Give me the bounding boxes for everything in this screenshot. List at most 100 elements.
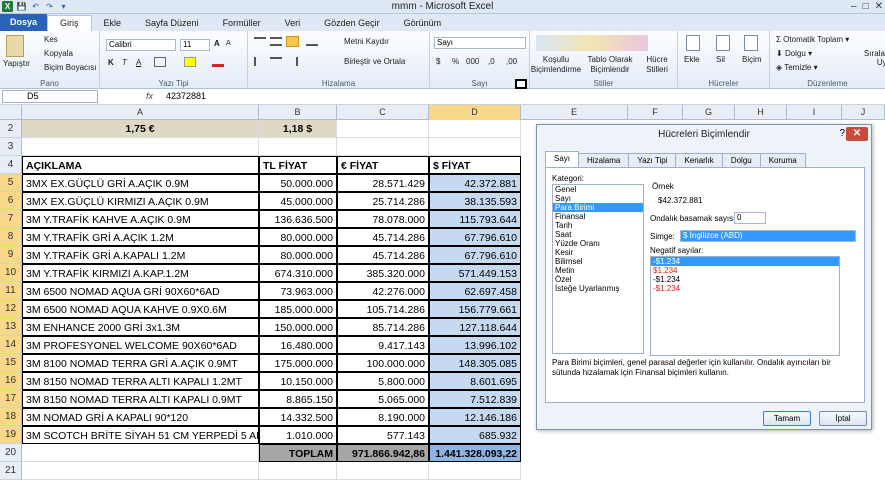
- cell-d15[interactable]: 148.305.085: [429, 354, 521, 372]
- align-left-icon[interactable]: [254, 57, 266, 66]
- cancel-button[interactable]: İptal: [819, 411, 867, 426]
- cell-a11[interactable]: 3M 6500 NOMAD AQUA GRİ 90X60*6AD: [22, 282, 259, 300]
- insert-cells-icon[interactable]: [686, 35, 700, 51]
- format-cells-button[interactable]: Biçim: [742, 55, 762, 64]
- cell-d9[interactable]: 67.796.610: [429, 246, 521, 264]
- row-header[interactable]: 9: [0, 246, 22, 264]
- row-header[interactable]: 20: [0, 444, 22, 462]
- ok-button[interactable]: Tamam: [763, 411, 811, 426]
- cell-d6[interactable]: 38.135.593: [429, 192, 521, 210]
- column-header-d[interactable]: D: [429, 105, 521, 120]
- align-top-icon[interactable]: [254, 37, 266, 46]
- cell-c4[interactable]: € FİYAT: [337, 156, 429, 174]
- underline-button[interactable]: A: [136, 58, 141, 67]
- cell-d10[interactable]: 571.449.153: [429, 264, 521, 282]
- symbol-select[interactable]: $ İngilizce (ABD): [680, 230, 856, 242]
- fill-color-icon[interactable]: [184, 57, 196, 67]
- cell-d17[interactable]: 7.512.839: [429, 390, 521, 408]
- row-header[interactable]: 6: [0, 192, 22, 210]
- category-item[interactable]: Tarih: [553, 221, 643, 230]
- cell-c6[interactable]: 25.714.286: [337, 192, 429, 210]
- negative-option-4[interactable]: -$1.234: [651, 284, 839, 293]
- cell-b14[interactable]: 16.480.000: [259, 336, 337, 354]
- cell-b6[interactable]: 45.000.000: [259, 192, 337, 210]
- row-header[interactable]: 14: [0, 336, 22, 354]
- negative-option-3[interactable]: -$1.234: [651, 275, 839, 284]
- tab-font[interactable]: Yazı Tipi: [628, 153, 677, 167]
- category-item[interactable]: İsteğe Uyarlanmış: [553, 284, 643, 293]
- increase-decimal-button[interactable]: ,0: [488, 57, 495, 66]
- row-header[interactable]: 10: [0, 264, 22, 282]
- tab-insert[interactable]: Ekle: [92, 16, 134, 31]
- row-header[interactable]: 17: [0, 390, 22, 408]
- cell-c3[interactable]: [337, 138, 429, 156]
- cell-d8[interactable]: 67.796.610: [429, 228, 521, 246]
- orientation-icon[interactable]: [306, 37, 318, 46]
- decrease-decimal-button[interactable]: ,00: [506, 57, 517, 66]
- cell-c5[interactable]: 28.571.429: [337, 174, 429, 192]
- cell-c12[interactable]: 105.714.286: [337, 300, 429, 318]
- cell-a20[interactable]: [22, 444, 259, 462]
- cell-a10[interactable]: 3M Y.TRAFİK KIRMIZI A.KAP.1.2M: [22, 264, 259, 282]
- merge-center-button[interactable]: Birleştir ve Ortala: [344, 57, 405, 66]
- row-header[interactable]: 12: [0, 300, 22, 318]
- category-item[interactable]: Özel: [553, 275, 643, 284]
- cell-d16[interactable]: 8.601.695: [429, 372, 521, 390]
- cell-c21[interactable]: [337, 462, 429, 480]
- autosum-button[interactable]: Σ Otomatik Toplam ▾: [776, 35, 849, 44]
- cell-a19[interactable]: 3M SCOTCH BRİTE SİYAH 51 CM YERPEDİ 5 AD: [22, 426, 259, 444]
- negative-option-2[interactable]: $1.234: [651, 266, 839, 275]
- cell-a5[interactable]: 3MX EX.GÜÇLÜ GRİ A.AÇIK 0.9M: [22, 174, 259, 192]
- cell-a7[interactable]: 3M Y.TRAFİK KAHVE A.AÇIK 0.9M: [22, 210, 259, 228]
- wrap-text-button[interactable]: Metni Kaydır: [344, 37, 389, 46]
- grow-font-button[interactable]: A: [214, 39, 220, 48]
- tab-review[interactable]: Gözden Geçir: [312, 16, 392, 31]
- tab-alignment[interactable]: Hizalama: [578, 153, 630, 167]
- currency-format-button[interactable]: $: [436, 57, 440, 66]
- row-header[interactable]: 16: [0, 372, 22, 390]
- row-header[interactable]: 18: [0, 408, 22, 426]
- tab-protection[interactable]: Koruma: [759, 153, 806, 167]
- align-right-icon[interactable]: [286, 57, 298, 66]
- row-header[interactable]: 13: [0, 318, 22, 336]
- cell-b17[interactable]: 8.865.150: [259, 390, 337, 408]
- tab-file[interactable]: Dosya: [0, 14, 48, 31]
- number-dialog-launcher-icon[interactable]: [515, 79, 527, 89]
- cell-styles-button[interactable]: Hücre Stilleri: [638, 55, 676, 75]
- font-color-icon[interactable]: [212, 57, 224, 67]
- paste-icon[interactable]: [6, 35, 24, 57]
- delete-cells-icon[interactable]: [716, 35, 730, 51]
- cell-a15[interactable]: 3M 8100 NOMAD TERRA GRİ A.AÇIK 0.9MT: [22, 354, 259, 372]
- cell-c11[interactable]: 42.276.000: [337, 282, 429, 300]
- row-header[interactable]: 19: [0, 426, 22, 444]
- fill-button[interactable]: ⬇ Dolgu ▾: [776, 49, 812, 58]
- category-item[interactable]: Para Birimi: [553, 203, 643, 212]
- column-header-j[interactable]: J: [842, 105, 885, 120]
- row-header[interactable]: 15: [0, 354, 22, 372]
- cell-b16[interactable]: 10.150.000: [259, 372, 337, 390]
- tab-home[interactable]: Giriş: [47, 15, 92, 31]
- column-header-e[interactable]: E: [521, 105, 628, 120]
- column-header-b[interactable]: B: [259, 105, 337, 120]
- font-size-select[interactable]: 11: [180, 39, 210, 51]
- cell-d4[interactable]: $ FİYAT: [429, 156, 521, 174]
- cell-c15[interactable]: 100.000.000: [337, 354, 429, 372]
- bold-button[interactable]: K: [108, 58, 114, 67]
- cell-b4[interactable]: TL FİYAT: [259, 156, 337, 174]
- cell-b9[interactable]: 80.000.000: [259, 246, 337, 264]
- cell-a9[interactable]: 3M Y.TRAFİK GRİ A.KAPALI 1.2M: [22, 246, 259, 264]
- cell-a6[interactable]: 3MX EX.GÜÇLÜ KIRMIZI A.AÇIK 0.9M: [22, 192, 259, 210]
- cell-c10[interactable]: 385.320.000: [337, 264, 429, 282]
- cell-a8[interactable]: 3M Y.TRAFİK GRİ A.AÇIK 1.2M: [22, 228, 259, 246]
- cell-d3[interactable]: [429, 138, 521, 156]
- decimal-places-input[interactable]: 0: [734, 212, 766, 224]
- paste-button[interactable]: Yapıştır: [3, 59, 30, 68]
- cell-c9[interactable]: 45.714.286: [337, 246, 429, 264]
- font-name-select[interactable]: Calibri: [106, 39, 176, 51]
- cell-d11[interactable]: 62.697.458: [429, 282, 521, 300]
- number-format-select[interactable]: Sayı: [434, 37, 526, 49]
- cell-d2[interactable]: [429, 120, 521, 138]
- select-all-corner[interactable]: [0, 105, 22, 120]
- cut-button[interactable]: Kes: [44, 35, 58, 44]
- row-header[interactable]: 2: [0, 120, 22, 138]
